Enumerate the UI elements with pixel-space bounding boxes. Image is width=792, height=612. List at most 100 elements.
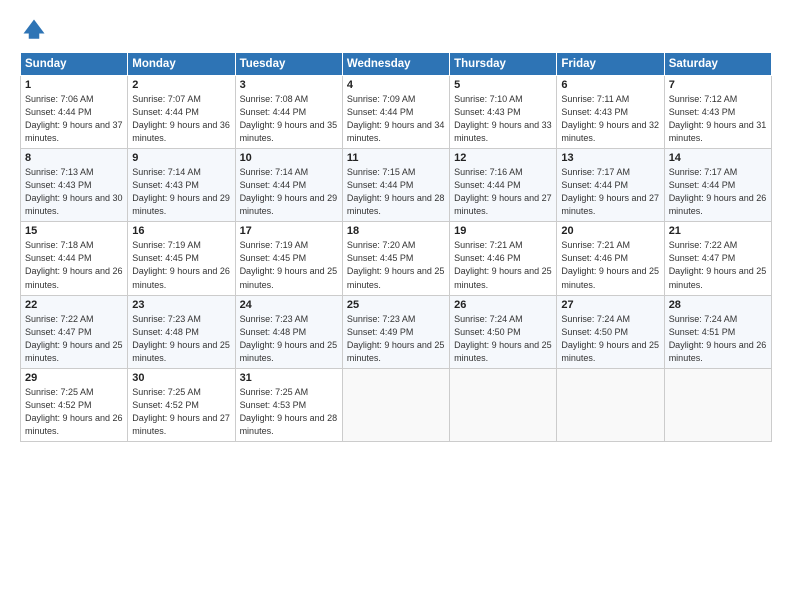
day-info: Sunrise: 7:12 AMSunset: 4:43 PMDaylight:… [669, 93, 767, 145]
calendar-cell: 23Sunrise: 7:23 AMSunset: 4:48 PMDayligh… [128, 295, 235, 368]
day-info: Sunrise: 7:18 AMSunset: 4:44 PMDaylight:… [25, 239, 123, 291]
day-info: Sunrise: 7:08 AMSunset: 4:44 PMDaylight:… [240, 93, 338, 145]
logo-icon [20, 16, 48, 44]
day-number: 10 [240, 152, 338, 164]
day-info: Sunrise: 7:15 AMSunset: 4:44 PMDaylight:… [347, 166, 445, 218]
day-number: 1 [25, 79, 123, 91]
col-header-saturday: Saturday [664, 53, 771, 76]
day-number: 30 [132, 372, 230, 384]
day-info: Sunrise: 7:09 AMSunset: 4:44 PMDaylight:… [347, 93, 445, 145]
calendar-cell: 15 Sunrise: 7:18 AMSunset: 4:44 PMDayligh… [21, 222, 128, 295]
col-header-monday: Monday [128, 53, 235, 76]
day-info: Sunrise: 7:11 AMSunset: 4:43 PMDaylight:… [561, 93, 659, 145]
day-number: 5 [454, 79, 552, 91]
day-info: Sunrise: 7:21 AMSunset: 4:46 PMDaylight:… [454, 239, 552, 291]
calendar-table: SundayMondayTuesdayWednesdayThursdayFrid… [20, 52, 772, 442]
day-number: 12 [454, 152, 552, 164]
calendar-cell: 16 Sunrise: 7:19 AMSunset: 4:45 PMDayligh… [128, 222, 235, 295]
day-info: Sunrise: 7:25 AMSunset: 4:53 PMDaylight:… [240, 386, 338, 438]
calendar-week-row: 8 Sunrise: 7:13 AMSunset: 4:43 PMDaylight… [21, 149, 772, 222]
calendar-cell: 31 Sunrise: 7:25 AMSunset: 4:53 PMDayligh… [235, 368, 342, 441]
day-number: 3 [240, 79, 338, 91]
calendar-cell: 30 Sunrise: 7:25 AMSunset: 4:52 PMDayligh… [128, 368, 235, 441]
day-info: Sunrise: 7:21 AMSunset: 4:46 PMDaylight:… [561, 239, 659, 291]
day-info: Sunrise: 7:24 AMSunset: 4:50 PMDaylight:… [561, 313, 659, 365]
col-header-wednesday: Wednesday [342, 53, 449, 76]
day-number: 19 [454, 225, 552, 237]
calendar-cell: 4 Sunrise: 7:09 AMSunset: 4:44 PMDaylight… [342, 76, 449, 149]
calendar-cell: 12 Sunrise: 7:16 AMSunset: 4:44 PMDayligh… [450, 149, 557, 222]
day-number: 28 [669, 299, 767, 311]
day-info: Sunrise: 7:19 AMSunset: 4:45 PMDaylight:… [132, 239, 230, 291]
calendar-cell: 10 Sunrise: 7:14 AMSunset: 4:44 PMDayligh… [235, 149, 342, 222]
day-info: Sunrise: 7:19 AMSunset: 4:45 PMDaylight:… [240, 239, 338, 291]
calendar-cell [557, 368, 664, 441]
day-info: Sunrise: 7:16 AMSunset: 4:44 PMDaylight:… [454, 166, 552, 218]
calendar-cell: 18Sunrise: 7:20 AMSunset: 4:45 PMDayligh… [342, 222, 449, 295]
day-number: 22 [25, 299, 123, 311]
col-header-sunday: Sunday [21, 53, 128, 76]
calendar-cell: 25 Sunrise: 7:23 AMSunset: 4:49 PMDayligh… [342, 295, 449, 368]
day-number: 17 [240, 225, 338, 237]
calendar-cell: 14 Sunrise: 7:17 AMSunset: 4:44 PMDayligh… [664, 149, 771, 222]
day-number: 25 [347, 299, 445, 311]
day-info: Sunrise: 7:14 AMSunset: 4:44 PMDaylight:… [240, 166, 338, 218]
day-number: 18 [347, 225, 445, 237]
day-info: Sunrise: 7:23 AMSunset: 4:48 PMDaylight:… [240, 313, 338, 365]
day-info: Sunrise: 7:17 AMSunset: 4:44 PMDaylight:… [669, 166, 767, 218]
header [20, 16, 772, 44]
calendar-cell: 29Sunrise: 7:25 AMSunset: 4:52 PMDayligh… [21, 368, 128, 441]
day-number: 21 [669, 225, 767, 237]
calendar-cell: 28Sunrise: 7:24 AMSunset: 4:51 PMDayligh… [664, 295, 771, 368]
calendar-week-row: 1 Sunrise: 7:06 AMSunset: 4:44 PMDaylight… [21, 76, 772, 149]
calendar-cell: 26 Sunrise: 7:24 AMSunset: 4:50 PMDayligh… [450, 295, 557, 368]
page-container: SundayMondayTuesdayWednesdayThursdayFrid… [0, 0, 792, 452]
calendar-cell: 19 Sunrise: 7:21 AMSunset: 4:46 PMDayligh… [450, 222, 557, 295]
calendar-cell: 17 Sunrise: 7:19 AMSunset: 4:45 PMDayligh… [235, 222, 342, 295]
day-number: 2 [132, 79, 230, 91]
day-info: Sunrise: 7:14 AMSunset: 4:43 PMDaylight:… [132, 166, 230, 218]
day-number: 15 [25, 225, 123, 237]
calendar-cell [664, 368, 771, 441]
day-number: 4 [347, 79, 445, 91]
calendar-cell: 20 Sunrise: 7:21 AMSunset: 4:46 PMDayligh… [557, 222, 664, 295]
day-info: Sunrise: 7:24 AMSunset: 4:50 PMDaylight:… [454, 313, 552, 365]
day-info: Sunrise: 7:13 AMSunset: 4:43 PMDaylight:… [25, 166, 123, 218]
calendar-cell: 11 Sunrise: 7:15 AMSunset: 4:44 PMDayligh… [342, 149, 449, 222]
col-header-thursday: Thursday [450, 53, 557, 76]
day-number: 26 [454, 299, 552, 311]
calendar-cell: 9 Sunrise: 7:14 AMSunset: 4:43 PMDaylight… [128, 149, 235, 222]
calendar-cell: 1 Sunrise: 7:06 AMSunset: 4:44 PMDaylight… [21, 76, 128, 149]
calendar-cell: 21Sunrise: 7:22 AMSunset: 4:47 PMDayligh… [664, 222, 771, 295]
calendar-cell: 27Sunrise: 7:24 AMSunset: 4:50 PMDayligh… [557, 295, 664, 368]
day-info: Sunrise: 7:23 AMSunset: 4:49 PMDaylight:… [347, 313, 445, 365]
calendar-cell: 22 Sunrise: 7:22 AMSunset: 4:47 PMDayligh… [21, 295, 128, 368]
day-info: Sunrise: 7:06 AMSunset: 4:44 PMDaylight:… [25, 93, 123, 145]
calendar-week-row: 29Sunrise: 7:25 AMSunset: 4:52 PMDayligh… [21, 368, 772, 441]
day-number: 13 [561, 152, 659, 164]
col-header-tuesday: Tuesday [235, 53, 342, 76]
day-number: 14 [669, 152, 767, 164]
day-info: Sunrise: 7:07 AMSunset: 4:44 PMDaylight:… [132, 93, 230, 145]
day-number: 16 [132, 225, 230, 237]
calendar-header-row: SundayMondayTuesdayWednesdayThursdayFrid… [21, 53, 772, 76]
logo [20, 16, 52, 44]
day-number: 6 [561, 79, 659, 91]
col-header-friday: Friday [557, 53, 664, 76]
day-number: 11 [347, 152, 445, 164]
day-info: Sunrise: 7:25 AMSunset: 4:52 PMDaylight:… [132, 386, 230, 438]
day-number: 20 [561, 225, 659, 237]
calendar-cell: 24Sunrise: 7:23 AMSunset: 4:48 PMDayligh… [235, 295, 342, 368]
calendar-week-row: 15 Sunrise: 7:18 AMSunset: 4:44 PMDayligh… [21, 222, 772, 295]
day-number: 7 [669, 79, 767, 91]
day-number: 31 [240, 372, 338, 384]
day-number: 8 [25, 152, 123, 164]
day-number: 9 [132, 152, 230, 164]
day-info: Sunrise: 7:22 AMSunset: 4:47 PMDaylight:… [25, 313, 123, 365]
calendar-cell [342, 368, 449, 441]
day-info: Sunrise: 7:23 AMSunset: 4:48 PMDaylight:… [132, 313, 230, 365]
calendar-cell: 5 Sunrise: 7:10 AMSunset: 4:43 PMDaylight… [450, 76, 557, 149]
calendar-cell: 3 Sunrise: 7:08 AMSunset: 4:44 PMDaylight… [235, 76, 342, 149]
calendar-cell [450, 368, 557, 441]
day-info: Sunrise: 7:10 AMSunset: 4:43 PMDaylight:… [454, 93, 552, 145]
